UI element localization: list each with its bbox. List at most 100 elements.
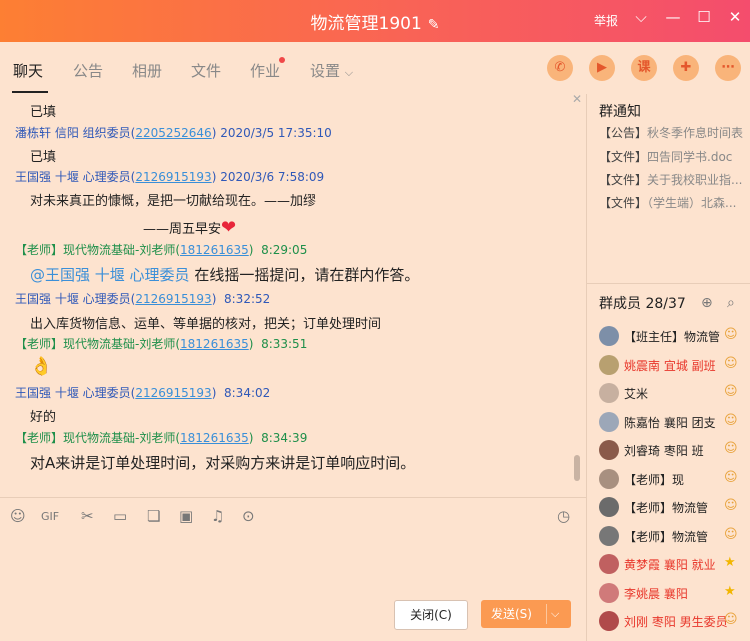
notice-category: 【公告】 xyxy=(599,126,648,140)
member-role-icon: ☺ xyxy=(724,412,738,428)
sender-name[interactable]: 王国强 十堰 心理委员 xyxy=(15,386,131,400)
notice-item[interactable]: 【文件】四告同学书.doc xyxy=(599,148,732,165)
member-item[interactable]: 黄梦霞 襄阳 就业 ★ xyxy=(599,553,749,575)
more-icon[interactable]: ⋯ xyxy=(715,55,741,81)
message-meta: 王国强 十堰 心理委员(2126915193) 2020/3/6 7:58:09 xyxy=(15,170,325,184)
member-item[interactable]: 【老师】现 ☺ xyxy=(599,468,749,490)
minimize-icon[interactable]: — xyxy=(662,8,684,26)
clock-icon[interactable]: ◷ xyxy=(557,507,570,525)
avatar xyxy=(599,326,619,346)
notice-category: 【文件】 xyxy=(599,150,648,164)
tab-chat[interactable]: 聊天 xyxy=(13,60,43,81)
tab-announcement[interactable]: 公告 xyxy=(73,60,103,81)
sidebar-section-divider xyxy=(586,283,750,284)
edit-icon[interactable]: ✎ xyxy=(428,17,440,33)
message-meta: 王国强 十堰 心理委员(2126915193) 8:34:02 xyxy=(15,386,271,400)
star-icon: ★ xyxy=(724,583,736,599)
avatar xyxy=(599,582,619,603)
message-time: 8:34:39 xyxy=(261,431,308,445)
message-plus-icon[interactable]: ✚ xyxy=(673,55,699,81)
member-item[interactable]: 刘刚 枣阳 男生委员 ☺ xyxy=(599,610,749,632)
chevron-down-icon[interactable]: ⌵ xyxy=(630,8,652,26)
notice-item[interactable]: 【文件】关于我校职业指... xyxy=(599,171,742,188)
member-item[interactable]: 【老师】物流管 ☺ xyxy=(599,525,749,547)
sender-name[interactable]: 【老师】现代物流基础-刘老师 xyxy=(15,243,175,257)
message-text: 好的 xyxy=(30,410,57,425)
maximize-icon[interactable]: ☐ xyxy=(693,8,715,26)
sender-name[interactable]: 【老师】现代物流基础-刘老师 xyxy=(15,337,175,351)
tab-files[interactable]: 文件 xyxy=(191,60,221,81)
member-item[interactable]: 李姚晨 襄阳 ★ xyxy=(599,582,749,604)
member-role-icon: ☺ xyxy=(724,384,738,399)
avatar xyxy=(599,554,619,574)
video-icon[interactable]: ▶ xyxy=(589,55,615,81)
avatar xyxy=(599,497,619,517)
avatar xyxy=(599,525,619,546)
member-name: 艾米 xyxy=(624,387,649,401)
members-title: 群成员 28/37 xyxy=(599,296,686,312)
sender-name[interactable]: 王国强 十堰 心理委员 xyxy=(15,170,131,184)
image-icon[interactable]: ▣ xyxy=(179,507,193,525)
close-icon[interactable]: ✕ xyxy=(724,8,746,26)
member-name: 【老师】现 xyxy=(624,472,685,487)
member-name: 陈嘉怡 襄阳 团支 xyxy=(624,415,716,430)
ok-hand-emoji: 👌 xyxy=(30,356,53,377)
member-name: 李姚晨 襄阳 xyxy=(624,586,688,601)
collapse-icon[interactable]: ✕ xyxy=(572,92,582,106)
gif-icon[interactable]: GIF xyxy=(41,510,59,523)
sticker-icon[interactable]: ❏ xyxy=(147,507,160,525)
tab-album[interactable]: 相册 xyxy=(132,60,162,81)
member-item[interactable]: 刘睿琦 枣阳 班 ☺ xyxy=(599,439,749,461)
notice-text: 四告同学书.doc xyxy=(647,150,733,164)
message-time: 8:34:02 xyxy=(224,386,271,400)
qq-number[interactable]: 2205252646 xyxy=(135,126,211,140)
more-tools-icon[interactable]: ⊙ xyxy=(242,507,255,525)
message-text: 已填 xyxy=(30,150,57,165)
sender-name[interactable]: 潘栋轩 信阳 组织委员 xyxy=(15,126,131,140)
qq-number[interactable]: 2126915193 xyxy=(135,170,211,184)
tab-homework[interactable]: 作业 xyxy=(250,60,280,81)
heart-icon: ❤ xyxy=(221,217,237,238)
bell-icon[interactable]: ♫ xyxy=(211,507,224,525)
message-signature: ——周五早安 xyxy=(143,222,222,237)
message-text: @王国强 十堰 心理委员 在线摇一摇提问，请在群内作答。 xyxy=(30,264,419,285)
group-name: 物流管理1901 xyxy=(310,14,422,34)
qq-number[interactable]: 181261635 xyxy=(180,431,249,445)
add-member-icon[interactable]: ⊕ xyxy=(701,295,713,311)
notice-category: 【文件】 xyxy=(599,196,648,210)
scissors-icon[interactable]: ✂ xyxy=(81,507,94,525)
chat-scrollbar[interactable] xyxy=(574,455,580,481)
phone-icon[interactable]: ✆ xyxy=(547,55,573,81)
sender-name[interactable]: 【老师】现代物流基础-刘老师 xyxy=(15,431,175,445)
avatar xyxy=(599,411,619,432)
mention[interactable]: @王国强 十堰 心理委员 xyxy=(30,266,190,284)
member-item[interactable]: 艾米 ☺ xyxy=(599,382,749,404)
search-icon[interactable]: ⌕ xyxy=(727,295,735,311)
avatar xyxy=(599,383,619,403)
tab-settings-label: 设置 xyxy=(310,62,341,80)
notice-title: 群通知 xyxy=(599,104,641,120)
member-item[interactable]: 【班主任】物流管 ☺ xyxy=(599,325,749,347)
notice-item[interactable]: 【文件】（学生端）北森... xyxy=(599,194,736,211)
member-item[interactable]: 【老师】物流管 ☺ xyxy=(599,496,749,518)
emoji-icon[interactable]: ☺ xyxy=(10,507,26,525)
member-item[interactable]: 陈嘉怡 襄阳 团支 ☺ xyxy=(599,411,749,433)
qq-number[interactable]: 181261635 xyxy=(180,337,249,351)
report-link[interactable]: 举报 xyxy=(594,12,618,29)
qq-number[interactable]: 2126915193 xyxy=(135,386,211,400)
folder-icon[interactable]: ▭ xyxy=(113,507,127,525)
avatar xyxy=(599,440,619,460)
notice-item[interactable]: 【公告】秋冬季作息时间表 xyxy=(599,124,743,141)
chat-history[interactable]: 已填 潘栋轩 信阳 组织委员(2205252646) 2020/3/5 17:3… xyxy=(0,94,586,497)
close-button[interactable]: 关闭(C) xyxy=(394,600,468,630)
notification-dot xyxy=(279,57,285,63)
tab-settings[interactable]: 设置 ⌵ xyxy=(310,60,353,81)
qq-number[interactable]: 181261635 xyxy=(180,243,249,257)
star-icon: ★ xyxy=(724,555,736,570)
class-icon[interactable]: 课 xyxy=(631,55,657,81)
member-item[interactable]: 姚震南 宜城 副班 ☺ xyxy=(599,354,749,376)
qq-number[interactable]: 2126915193 xyxy=(135,292,211,306)
send-button[interactable]: 发送(S) ⌵ xyxy=(481,600,571,628)
sender-name[interactable]: 王国强 十堰 心理委员 xyxy=(15,292,131,306)
chevron-down-icon[interactable]: ⌵ xyxy=(551,600,559,628)
